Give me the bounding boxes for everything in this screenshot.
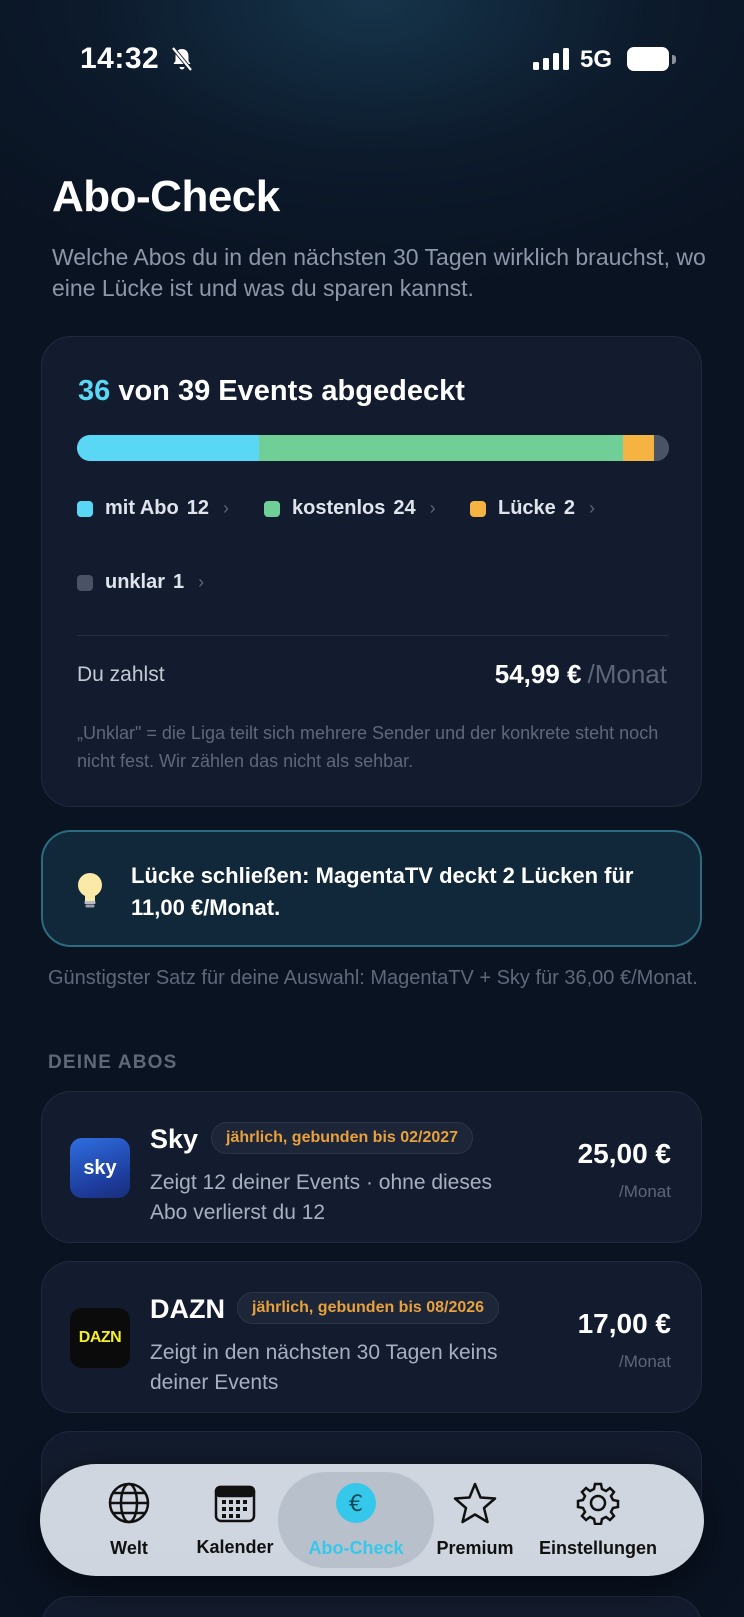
- lightbulb-icon: [77, 872, 103, 915]
- legend-luecke[interactable]: Lücke 2 ›: [470, 497, 595, 520]
- tab-einstellungen[interactable]: Einstellungen: [528, 1464, 668, 1576]
- bell-muted-icon: [170, 46, 194, 77]
- legend-count: 1: [173, 571, 185, 593]
- tab-bar: Welt Kalender € Abo-Check Premium Einste…: [40, 1464, 704, 1576]
- legend-label: kostenlos: [292, 497, 386, 519]
- network-type: 5G: [580, 46, 613, 73]
- gear-icon: [576, 1481, 620, 1530]
- legend-count: 24: [393, 497, 416, 519]
- section-label-abos: DEINE ABOS: [48, 1052, 178, 1073]
- contract-badge: jährlich, gebunden bis 08/2026: [237, 1292, 500, 1324]
- page-title: Abo-Check: [52, 172, 280, 221]
- legend-count: 12: [186, 497, 209, 519]
- dazn-logo: DAZN: [70, 1308, 130, 1368]
- sky-logo: sky: [70, 1138, 130, 1198]
- chevron-right-icon: ›: [198, 572, 205, 592]
- tab-welt[interactable]: Welt: [84, 1464, 174, 1576]
- covered-count: 36: [78, 375, 111, 407]
- calendar-icon: [213, 1482, 257, 1529]
- tab-premium[interactable]: Premium: [420, 1464, 530, 1576]
- legend-unklar[interactable]: unklar 1 ›: [77, 571, 204, 594]
- pay-amount: 54,99 €: [494, 659, 582, 689]
- logo-text: DAZN: [78, 1329, 122, 1346]
- bar-segment-unklar: [653, 435, 669, 461]
- legend-dot-luecke: [470, 500, 486, 517]
- legend-dot-unklar: [77, 574, 93, 591]
- pay-label: Du zahlst: [77, 663, 165, 686]
- legend-label: mit Abo: [105, 497, 179, 519]
- legend-label: Lücke: [498, 497, 556, 519]
- globe-icon: [107, 1481, 151, 1530]
- cellular-signal-icon: [533, 48, 569, 75]
- legend-dot-kostenlos: [264, 500, 280, 517]
- bar-segment-luecke: [623, 435, 654, 461]
- logo-text: sky: [83, 1156, 117, 1179]
- subscription-period: /Monat: [619, 1182, 671, 1201]
- svg-text:€: €: [349, 1492, 363, 1517]
- subscription-name: DAZN: [150, 1294, 225, 1324]
- subscription-desc: Zeigt in den nächsten 30 Tagen keins dei…: [150, 1341, 498, 1394]
- tab-abo-check[interactable]: € Abo-Check: [278, 1472, 434, 1568]
- pay-unit: /Monat: [587, 659, 668, 689]
- subscription-period: /Monat: [619, 1352, 671, 1371]
- euro-icon: €: [334, 1481, 378, 1530]
- legend-label: unklar: [105, 571, 166, 593]
- pay-value: 54,99 €/Monat: [495, 659, 667, 690]
- coverage-title-text: von 39 Events abgedeckt: [118, 375, 465, 407]
- tab-label: Premium: [436, 1538, 514, 1558]
- coverage-card: 36 von 39 Events abgedeckt mit Abo 12 › …: [41, 336, 702, 807]
- subscription-price: 25,00 €: [577, 1138, 671, 1169]
- legend-dot-mit-abo: [77, 500, 93, 517]
- battery-cap: [672, 55, 676, 64]
- status-bar: 14:32 5G: [0, 0, 744, 120]
- tip-card[interactable]: Lücke schließen: MagentaTV deckt 2 Lücke…: [41, 830, 702, 947]
- tab-label: Welt: [110, 1538, 148, 1558]
- subscription-card-dazn[interactable]: DAZN DAZN jährlich, gebunden bis 08/2026…: [41, 1261, 702, 1413]
- bar-segment-mit-abo: [77, 435, 260, 461]
- status-time: 14:32: [80, 42, 160, 75]
- coverage-bar: [77, 435, 669, 461]
- legend-count: 2: [563, 497, 575, 519]
- page-subtitle: Welche Abos du in den nächsten 30 Tagen …: [52, 244, 706, 301]
- contract-badge: jährlich, gebunden bis 02/2027: [211, 1122, 474, 1154]
- legend-mit-abo[interactable]: mit Abo 12 ›: [77, 497, 229, 520]
- tab-label: Kalender: [196, 1537, 274, 1557]
- star-icon: [452, 1481, 498, 1530]
- unklar-note: „Unklar" = die Liga teilt sich mehrere S…: [77, 723, 659, 771]
- tab-kalender[interactable]: Kalender: [180, 1464, 290, 1576]
- tip-note: Günstigster Satz für deine Auswahl: Mage…: [48, 967, 698, 989]
- legend-kostenlos[interactable]: kostenlos 24 ›: [264, 497, 436, 520]
- chevron-right-icon: ›: [588, 498, 595, 518]
- subscription-card-sky[interactable]: sky Sky jährlich, gebunden bis 02/2027 Z…: [41, 1091, 702, 1243]
- subscription-price: 17,00 €: [577, 1308, 671, 1339]
- chevron-right-icon: ›: [429, 498, 436, 518]
- subscription-desc: Zeigt 12 deiner Events · ohne dieses Abo…: [150, 1171, 493, 1224]
- tab-label: Einstellungen: [538, 1538, 657, 1558]
- divider: [77, 635, 669, 636]
- battery-icon: [627, 47, 669, 71]
- tab-label: Abo-Check: [308, 1538, 404, 1558]
- subscription-name: Sky: [150, 1124, 199, 1154]
- subscription-card-partial[interactable]: [41, 1596, 702, 1617]
- tip-text: Lücke schließen: MagentaTV deckt 2 Lücke…: [131, 863, 634, 920]
- bar-segment-kostenlos: [259, 435, 624, 461]
- chevron-right-icon: ›: [222, 498, 229, 518]
- coverage-title: 36 von 39 Events abgedeckt: [78, 375, 465, 408]
